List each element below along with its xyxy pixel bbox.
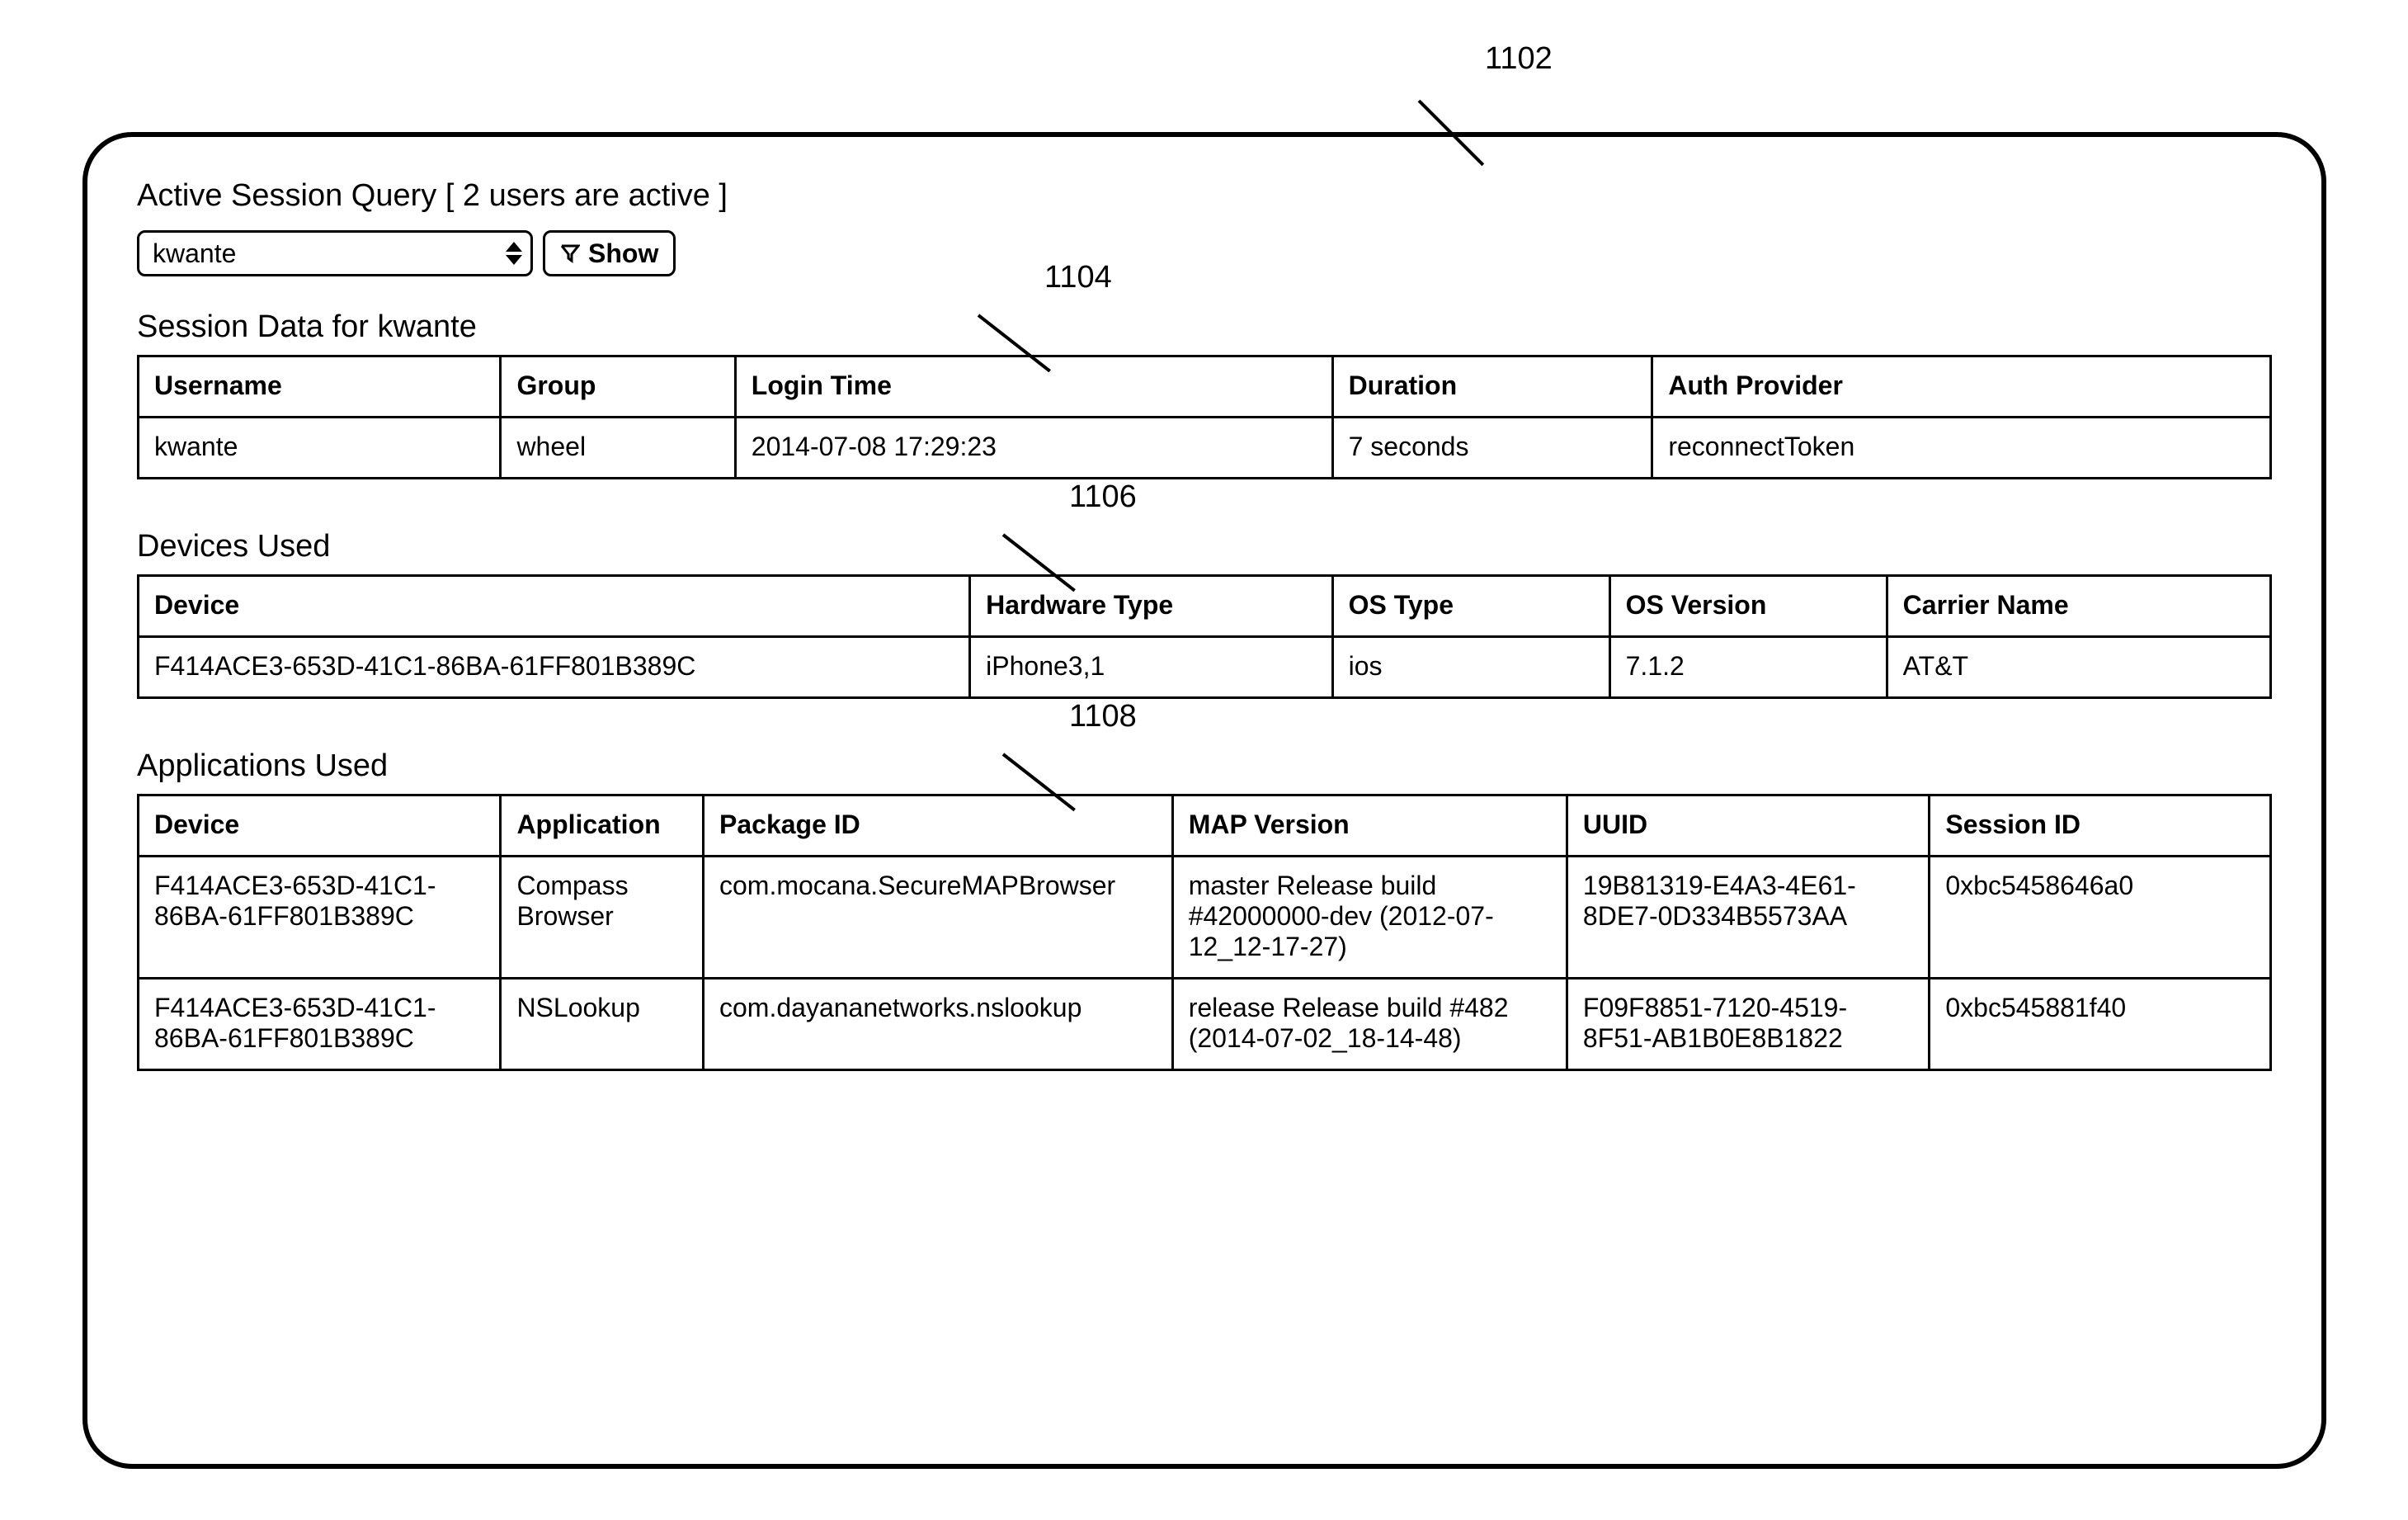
user-select[interactable]: kwante <box>137 230 533 276</box>
section-title-session: Session Data for kwante <box>137 309 2272 345</box>
session-query-panel: Active Session Query [ 2 users are activ… <box>82 132 2326 1469</box>
col-header: Device <box>139 795 501 857</box>
show-button[interactable]: Show <box>543 230 676 276</box>
ref-label-1108: 1108 <box>1069 699 1137 734</box>
col-header: Carrier Name <box>1887 576 2270 637</box>
cell: com.dayananetworks.nslookup <box>704 979 1173 1070</box>
section-title-devices: Devices Used <box>137 529 2272 564</box>
cell: kwante <box>139 418 501 479</box>
col-header: MAP Version <box>1172 795 1567 857</box>
cell: wheel <box>501 418 735 479</box>
session-table: Username Group Login Time Duration Auth … <box>137 355 2272 479</box>
col-header: UUID <box>1567 795 1929 857</box>
query-title: Active Session Query [ 2 users are activ… <box>137 178 2272 214</box>
col-header: OS Version <box>1609 576 1887 637</box>
col-header: Group <box>501 356 735 418</box>
apps-table: Device Application Package ID MAP Versio… <box>137 794 2272 1071</box>
col-header: Auth Provider <box>1652 356 2271 418</box>
col-header: Application <box>501 795 704 857</box>
col-header: Hardware Type <box>970 576 1332 637</box>
stepper-icon <box>506 242 522 265</box>
devices-section: 1106 Devices Used Device Hardware Type O… <box>137 529 2272 699</box>
cell: com.mocana.SecureMAPBrowser <box>704 857 1173 979</box>
cell: iPhone3,1 <box>970 637 1332 698</box>
table-row: F414ACE3-653D-41C1-86BA-61FF801B389C NSL… <box>139 979 2271 1070</box>
section-title-apps: Applications Used <box>137 748 2272 784</box>
cell: AT&T <box>1887 637 2270 698</box>
user-select-value: kwante <box>153 238 236 269</box>
cell: F414ACE3-653D-41C1-86BA-61FF801B389C <box>139 979 501 1070</box>
table-row: F414ACE3-653D-41C1-86BA-61FF801B389C iPh… <box>139 637 2271 698</box>
query-controls: kwante Show <box>137 230 2272 276</box>
cell: F09F8851-7120-4519-8F51-AB1B0E8B1822 <box>1567 979 1929 1070</box>
filter-icon <box>560 243 580 263</box>
apps-section: 1108 Applications Used Device Applicatio… <box>137 748 2272 1071</box>
cell: NSLookup <box>501 979 704 1070</box>
cell: 0xbc5458646a0 <box>1930 857 2271 979</box>
cell: 0xbc545881f40 <box>1930 979 2271 1070</box>
table-row: F414ACE3-653D-41C1-86BA-61FF801B389C Com… <box>139 857 2271 979</box>
col-header: Device <box>139 576 970 637</box>
cell: release Release build #482 (2014-07-02_1… <box>1172 979 1567 1070</box>
devices-table: Device Hardware Type OS Type OS Version … <box>137 574 2272 699</box>
show-button-label: Show <box>588 238 658 269</box>
col-header: Package ID <box>704 795 1173 857</box>
cell: master Release build #42000000-dev (2012… <box>1172 857 1567 979</box>
ref-label-1104: 1104 <box>1044 260 1112 295</box>
ref-label-1102: 1102 <box>1485 41 1553 77</box>
ref-label-1106: 1106 <box>1069 479 1137 515</box>
cell: F414ACE3-653D-41C1-86BA-61FF801B389C <box>139 637 970 698</box>
col-header: Login Time <box>735 356 1332 418</box>
col-header: Session ID <box>1930 795 2271 857</box>
cell: 2014-07-08 17:29:23 <box>735 418 1332 479</box>
cell: 19B81319-E4A3-4E61-8DE7-0D334B5573AA <box>1567 857 1929 979</box>
table-row: kwante wheel 2014-07-08 17:29:23 7 secon… <box>139 418 2271 479</box>
cell: 7 seconds <box>1332 418 1652 479</box>
cell: reconnectToken <box>1652 418 2271 479</box>
cell: Compass Browser <box>501 857 704 979</box>
session-data-section: 1104 Session Data for kwante Username Gr… <box>137 309 2272 479</box>
col-header: Username <box>139 356 501 418</box>
cell: F414ACE3-653D-41C1-86BA-61FF801B389C <box>139 857 501 979</box>
col-header: Duration <box>1332 356 1652 418</box>
col-header: OS Type <box>1332 576 1609 637</box>
cell: ios <box>1332 637 1609 698</box>
cell: 7.1.2 <box>1609 637 1887 698</box>
